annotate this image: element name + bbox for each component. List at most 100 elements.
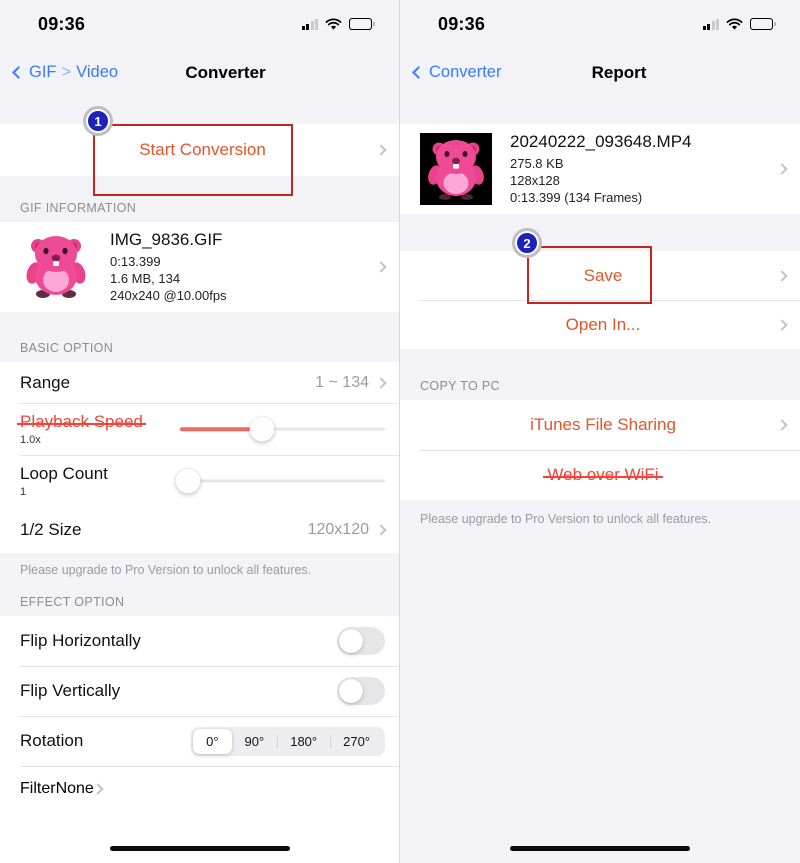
save-label: Save xyxy=(583,265,623,285)
flip-horizontally-row[interactable]: Flip Horizontally xyxy=(0,616,399,667)
filter-value: None xyxy=(55,780,94,798)
web-over-wifi-label: Web over WiFi xyxy=(543,465,663,485)
flip-vertically-row[interactable]: Flip Vertically xyxy=(0,666,399,717)
gif-duration: 0:13.399 xyxy=(110,254,161,269)
output-file-meta: 20240222_093648.MP4 275.8 KB 128x128 0:1… xyxy=(492,132,778,206)
output-file-row[interactable]: 20240222_093648.MP4 275.8 KB 128x128 0:1… xyxy=(400,124,800,215)
flip-vertically-label: Flip Vertically xyxy=(20,681,121,701)
rotation-option-180[interactable]: 180° xyxy=(277,729,330,754)
web-over-wifi-label-wrap: Web over WiFi xyxy=(420,465,786,485)
rotation-option-0[interactable]: 0° xyxy=(193,728,232,754)
back-button-label: Converter xyxy=(429,63,502,81)
range-row[interactable]: Range 1 ~ 134 xyxy=(0,362,399,404)
flip-vertically-toggle[interactable] xyxy=(337,677,385,706)
status-bar: 09:36 xyxy=(400,0,800,48)
effect-option-header: EFFECT OPTION xyxy=(0,585,399,617)
gif-size-frames: 1.6 MB, 134 xyxy=(110,271,181,287)
playback-speed-label: Playback Speed xyxy=(17,412,146,432)
playback-speed-labels: Playback Speed 1.0x xyxy=(17,412,170,447)
half-size-label: 1/2 Size xyxy=(20,520,82,540)
range-label: Range xyxy=(20,372,71,392)
cellular-signal-icon xyxy=(301,18,319,30)
output-filesize: 275.8 KB xyxy=(510,156,564,171)
status-bar-clock: 09:36 xyxy=(38,13,86,34)
home-indicator xyxy=(109,845,290,851)
open-in-label: Open In... xyxy=(565,314,641,334)
gif-information-row[interactable]: IMG_9836.GIF 0:13.399 1.6 MB, 134 240x24… xyxy=(0,222,399,313)
back-button-label: GIF xyxy=(29,63,57,81)
playback-speed-slider[interactable] xyxy=(180,414,385,444)
chevron-right-icon xyxy=(375,377,387,389)
output-dimensions: 128x128 xyxy=(510,173,560,189)
upgrade-note-right: Please upgrade to Pro Version to unlock … xyxy=(400,500,800,863)
navigation-bar: Converter Report xyxy=(400,48,800,97)
navigation-bar: GIF > Video Converter xyxy=(0,48,399,97)
report-screen: 09:36 Converter Report 20240222_093648.M… xyxy=(400,0,800,863)
playback-speed-row[interactable]: Playback Speed 1.0x xyxy=(0,403,399,456)
loop-count-labels: Loop Count 1 xyxy=(20,464,170,498)
annotation-badge-2: 2 xyxy=(512,228,542,258)
status-bar-clock: 09:36 xyxy=(438,13,486,34)
chevron-left-icon xyxy=(12,66,25,79)
rotation-row[interactable]: Rotation 0° 90° 180° 270° xyxy=(0,716,399,767)
flip-horizontally-toggle[interactable] xyxy=(337,627,385,656)
gif-filename: IMG_9836.GIF xyxy=(110,230,223,249)
half-size-value: 120x120 xyxy=(307,521,369,539)
open-in-row[interactable]: Open In... xyxy=(400,300,800,350)
video-thumbnail xyxy=(420,133,492,206)
save-row[interactable]: Save xyxy=(400,251,800,301)
effect-option-group: Flip Horizontally Flip Vertically Rotati… xyxy=(0,616,399,813)
filter-label: Filter xyxy=(20,780,56,798)
battery-icon xyxy=(750,18,776,30)
loop-count-row[interactable]: Loop Count 1 xyxy=(0,455,399,508)
save-group: Save Open In... xyxy=(400,251,800,350)
itunes-file-sharing-label: iTunes File Sharing xyxy=(530,415,676,435)
start-conversion-row[interactable]: Start Conversion xyxy=(0,124,399,176)
wifi-icon xyxy=(325,18,342,30)
flip-horizontally-label: Flip Horizontally xyxy=(20,631,141,651)
spacer-copy-to-pc xyxy=(400,349,800,376)
back-button[interactable]: Converter xyxy=(412,63,502,82)
spacer-basic-option xyxy=(0,312,399,339)
web-over-wifi-row[interactable]: Web over WiFi xyxy=(400,450,800,501)
gif-dimensions-fps: 240x240 @10.00fps xyxy=(110,288,227,304)
slider-knob[interactable] xyxy=(175,468,201,494)
gif-thumbnail xyxy=(20,231,92,303)
start-conversion-group: Start Conversion xyxy=(0,124,399,176)
back-button-label-2: Video xyxy=(76,63,119,81)
status-bar: 09:36 xyxy=(0,0,399,48)
rotation-option-270[interactable]: 270° xyxy=(330,729,383,754)
slider-knob[interactable] xyxy=(249,416,275,442)
copy-to-pc-header: COPY TO PC xyxy=(400,375,800,401)
half-size-row[interactable]: 1/2 Size 120x120 xyxy=(0,507,399,554)
chevron-right-icon xyxy=(375,261,387,273)
dual-screenshot-container: 09:36 GIF > Video Converter Start Conver… xyxy=(0,0,800,863)
filter-row[interactable]: Filter None xyxy=(0,766,399,813)
converter-screen: 09:36 GIF > Video Converter Start Conver… xyxy=(0,0,400,863)
annotation-badge-1: 1 xyxy=(83,106,113,136)
output-filename: 20240222_093648.MP4 xyxy=(510,132,692,151)
annotation-badge-1-number: 1 xyxy=(86,109,110,133)
spacer-save xyxy=(400,214,800,252)
basic-option-group: Range 1 ~ 134 Playback Speed 1.0x Loop C… xyxy=(0,362,399,554)
itunes-file-sharing-row[interactable]: iTunes File Sharing xyxy=(400,400,800,451)
status-bar-icons xyxy=(301,18,375,31)
rotation-option-90[interactable]: 90° xyxy=(232,729,278,754)
spacer-gif-info xyxy=(0,176,399,200)
chevron-right-icon xyxy=(375,524,387,537)
loop-count-slider[interactable] xyxy=(175,466,385,496)
back-button[interactable]: GIF > Video xyxy=(12,63,119,82)
basic-option-header: BASIC OPTION xyxy=(0,338,399,363)
playback-speed-value: 1.0x xyxy=(20,434,41,447)
rotation-segmented-control[interactable]: 0° 90° 180° 270° xyxy=(191,726,385,756)
copy-to-pc-group: iTunes File Sharing Web over WiFi xyxy=(400,400,800,501)
output-duration-frames: 0:13.399 (134 Frames) xyxy=(510,190,643,206)
gif-information-header: GIF INFORMATION xyxy=(0,200,399,222)
start-conversion-label: Start Conversion xyxy=(139,140,266,159)
range-value: 1 ~ 134 xyxy=(315,373,369,391)
wifi-icon xyxy=(726,18,743,30)
chevron-left-icon xyxy=(412,66,425,79)
chevron-right-icon xyxy=(776,163,788,175)
annotation-badge-2-number: 2 xyxy=(515,231,539,255)
status-bar-icons xyxy=(702,18,776,31)
